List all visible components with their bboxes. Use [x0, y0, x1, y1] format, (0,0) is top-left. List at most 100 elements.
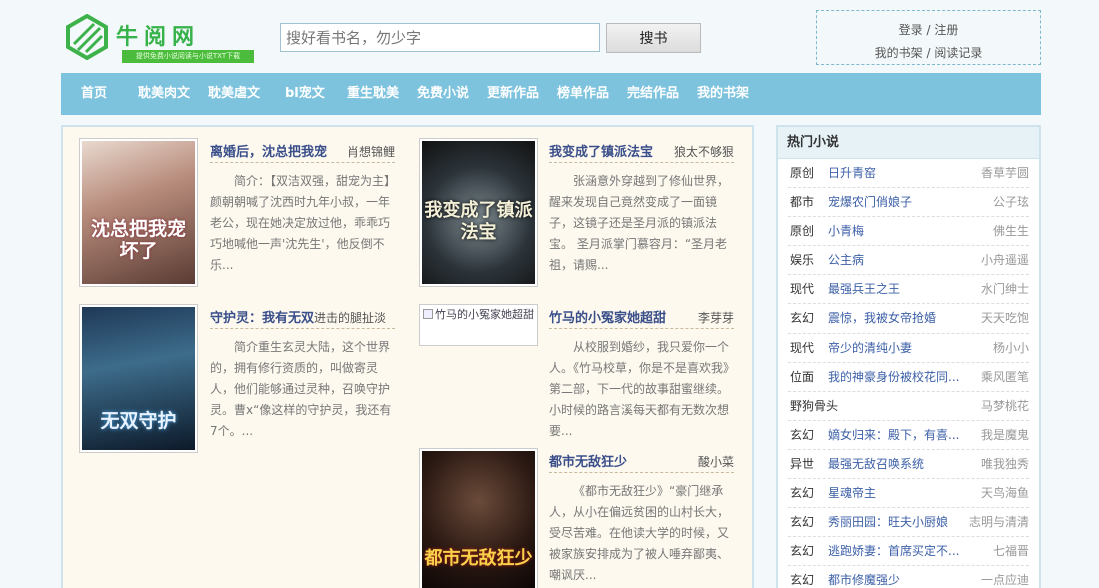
book-title-link[interactable]: 竹马的小冤家她超甜	[549, 311, 666, 326]
nav-completed[interactable]: 完结作品	[627, 73, 679, 115]
bookshelf-link[interactable]: 我的书架	[875, 46, 923, 60]
novel-author[interactable]: 小舟遥遥	[981, 246, 1029, 274]
book-author[interactable]: 肖想锦鲤	[347, 143, 395, 160]
nav-home[interactable]: 首页	[81, 73, 107, 115]
site-slogan: 提供免费小说阅读与小说TXT下载	[122, 50, 254, 63]
novel-author[interactable]: 香草芋圆	[981, 159, 1029, 187]
book-title-link[interactable]: 离婚后，沈总把我宠	[210, 145, 327, 160]
novel-title-link[interactable]: 震惊，我被女帝抢婚	[828, 304, 936, 332]
register-link[interactable]: 注册	[934, 23, 958, 37]
novel-category: 玄幻	[790, 427, 815, 442]
book-author[interactable]: 进击的腿扯淡	[314, 311, 386, 325]
novel-category: 异世	[790, 456, 815, 471]
list-item: 玄幻 都市修魔强少 一点应迪	[788, 566, 1029, 588]
list-item: 玄幻 逃跑娇妻：首席买定不... 七福晋	[788, 537, 1029, 567]
book-title-link[interactable]: 我变成了镇派法宝	[549, 145, 653, 160]
novel-title-link[interactable]: 日升青窑	[828, 159, 876, 187]
novel-category: 野狗骨头	[790, 398, 839, 413]
broken-image-icon	[423, 309, 433, 319]
nav-my-bookshelf[interactable]: 我的书架	[697, 73, 749, 115]
novel-category: 原创	[790, 166, 815, 180]
search-button[interactable]: 搜书	[606, 23, 701, 53]
nav-rankings[interactable]: 榜单作品	[557, 73, 609, 115]
login-link[interactable]: 登录	[899, 23, 923, 37]
nav-bl-chongwen[interactable]: bl宠文	[285, 73, 325, 115]
cover-alt-text: 竹马的小冤家她超甜	[435, 308, 534, 321]
cover-title: 沈总把我宠坏了	[90, 218, 186, 262]
site-name: 牛阅网	[116, 24, 201, 50]
site-logo[interactable]: 牛阅网 提供免费小说阅读与小说TXT下载	[64, 14, 256, 66]
novel-category: 位面	[790, 369, 815, 384]
novel-author[interactable]: 公子玹	[993, 188, 1029, 216]
search-input[interactable]	[280, 23, 600, 52]
novel-category: 玄幻	[790, 573, 815, 588]
novel-title-link[interactable]: 公主病	[828, 246, 864, 274]
novel-category: 玄幻	[790, 311, 815, 326]
novel-author[interactable]: 马梦桃花	[981, 392, 1029, 420]
novel-author[interactable]: 天鸟海鱼	[981, 479, 1029, 507]
novel-author[interactable]: 七福晋	[993, 537, 1029, 565]
novel-category: 玄幻	[790, 486, 815, 501]
novel-author[interactable]: 乘风匿笔	[981, 363, 1029, 391]
book-cover[interactable]: 无双守护	[79, 304, 198, 453]
book-author[interactable]: 狼太不够狠	[674, 143, 734, 160]
novel-author[interactable]: 志明与清清	[969, 508, 1029, 536]
cover-title: 我变成了镇派法宝	[424, 200, 533, 243]
list-item: 野狗骨头 马梦桃花	[788, 392, 1029, 421]
book-description: 《都市无敌狂少》“豪门继承人，从小在偏远贫困的山村长大，受尽苦难。在他读大学的时…	[549, 484, 730, 582]
novel-title-link[interactable]: 小青梅	[828, 217, 864, 245]
logo-hexagon-icon	[66, 14, 108, 60]
list-item: 玄幻 震惊，我被女帝抢婚 天天吃饱	[788, 304, 1029, 334]
novel-title-link[interactable]: 宠爆农门俏娘子	[828, 188, 912, 216]
book-description: 简介：【双洁双强，甜宠为主】颜朝朝喊了沈西时九年小叔，一年老公，现在她决定放过他…	[210, 174, 391, 272]
book-title-row: 竹马的小冤家她超甜 李芽芽	[549, 307, 734, 329]
novel-title-link[interactable]: 逃跑娇妻：首席买定不...	[828, 537, 959, 565]
list-item: 现代 帝少的清纯小妻 杨小小	[788, 334, 1029, 363]
nav-chongsheng-danmei[interactable]: 重生耽美	[347, 73, 399, 115]
novel-category: 现代	[790, 282, 815, 297]
list-item: 玄幻 星魂帝主 天鸟海鱼	[788, 479, 1029, 509]
novel-title-link[interactable]: 最强无敌召唤系统	[828, 450, 924, 478]
novel-title-link[interactable]: 帝少的清纯小妻	[828, 334, 912, 362]
novel-author[interactable]: 佛生生	[993, 217, 1029, 245]
novel-category: 娱乐	[790, 253, 815, 268]
book-title-link[interactable]: 守护灵：我有无双	[210, 311, 314, 326]
book-cover[interactable]: 沈总把我宠坏了	[79, 138, 198, 287]
novel-author[interactable]: 杨小小	[993, 334, 1029, 362]
list-item: 都市 宠爆农门俏娘子 公子玹	[788, 188, 1029, 218]
novel-author[interactable]: 我是魔鬼	[981, 421, 1029, 449]
novel-author[interactable]: 唯我独秀	[981, 450, 1029, 478]
book-title-row: 我变成了镇派法宝 狼太不够狠	[549, 141, 734, 163]
list-item: 原创 小青梅 佛生生	[788, 217, 1029, 247]
novel-author[interactable]: 水门绅士	[981, 275, 1029, 303]
nav-free-novels[interactable]: 免费小说	[417, 73, 469, 115]
nav-danmei-nuewen[interactable]: 耽美虐文	[208, 73, 260, 115]
list-item: 现代 最强兵王之王 水门绅士	[788, 275, 1029, 305]
novel-author[interactable]: 天天吃饱	[981, 304, 1029, 332]
book-cover[interactable]: 我变成了镇派法宝	[419, 138, 538, 287]
book-description: 从校服到婚纱，我只爱你一个人。《竹马校草，你是不是喜欢我》第二部，下一代的故事甜…	[549, 340, 730, 438]
novel-category: 玄幻	[790, 515, 815, 530]
list-item: 玄幻 秀丽田园：旺夫小厨娘 志明与清清	[788, 508, 1029, 538]
book-cover-broken-image[interactable]: 竹马的小冤家她超甜	[419, 304, 538, 346]
novel-title-link[interactable]: 都市修魔强少	[828, 566, 900, 588]
book-title-link[interactable]: 都市无敌狂少	[549, 455, 627, 470]
novel-title-link[interactable]: 星魂帝主	[828, 479, 876, 507]
nav-updated[interactable]: 更新作品	[487, 73, 539, 115]
sidebar-title: 热门小说	[778, 127, 1039, 159]
cover-title: 无双守护	[100, 410, 177, 432]
book-author[interactable]: 李芽芽	[698, 309, 734, 326]
nav-danmei-rouwen[interactable]: 耽美肉文	[138, 73, 190, 115]
book-title-row: 都市无敌狂少 酸小菜	[549, 451, 734, 473]
user-panel: 登录 / 注册 我的书架 / 阅读记录	[816, 10, 1041, 65]
novel-category: 现代	[790, 340, 815, 355]
book-author[interactable]: 酸小菜	[698, 453, 734, 470]
novel-title-link[interactable]: 我的神豪身份被校花同...	[828, 363, 959, 391]
novel-title-link[interactable]: 秀丽田园：旺夫小厨娘	[828, 508, 948, 536]
novel-author[interactable]: 一点应迪	[981, 566, 1029, 588]
history-link[interactable]: 阅读记录	[934, 46, 982, 60]
novel-title-link[interactable]: 嫡女归来：殿下，有喜...	[828, 421, 959, 449]
novel-title-link[interactable]: 最强兵王之王	[828, 275, 900, 303]
book-cover[interactable]: 都市无敌狂少	[419, 448, 538, 588]
book-grid: 沈总把我宠坏了 离婚后，沈总把我宠 肖想锦鲤 简介：【双洁双强，甜宠为主】颜朝朝…	[61, 125, 754, 588]
